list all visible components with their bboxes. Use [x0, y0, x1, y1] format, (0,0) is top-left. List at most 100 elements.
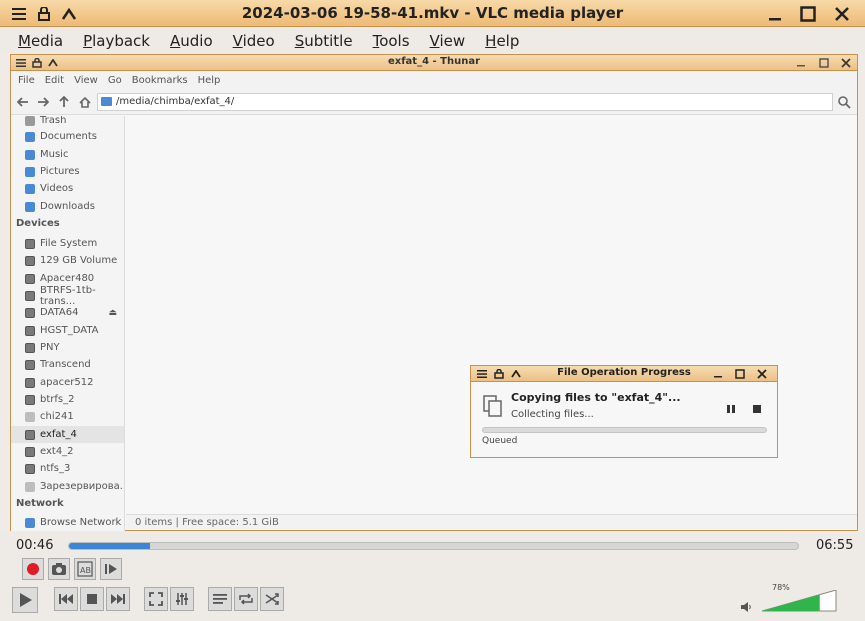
volume-slider[interactable]	[761, 589, 837, 616]
folder-icon	[25, 149, 35, 160]
snapshot-button[interactable]	[48, 558, 70, 580]
vlc-menubar: Media Playback Audio Video Subtitle Tool…	[0, 27, 865, 54]
search-icon[interactable]	[837, 94, 853, 110]
previous-icon	[59, 594, 73, 604]
loop-icon	[239, 593, 253, 605]
fileop-close-icon[interactable]	[754, 366, 770, 382]
menu-view[interactable]: View	[420, 32, 476, 50]
menu-audio[interactable]: Audio	[160, 32, 223, 50]
svg-text:AB: AB	[80, 566, 91, 575]
window-menu-icon[interactable]	[6, 0, 32, 27]
sidebar-item-device[interactable]: btrfs_2	[11, 391, 124, 408]
folder-icon	[101, 97, 112, 106]
menu-media[interactable]: Media	[8, 32, 73, 50]
next-button[interactable]	[106, 587, 130, 611]
back-arrow-icon[interactable]	[14, 94, 32, 110]
folder-icon	[25, 166, 35, 177]
sidebar-item-device[interactable]: PNY	[11, 339, 124, 356]
thunar-close-icon[interactable]	[838, 55, 854, 71]
forward-arrow-icon[interactable]	[34, 94, 52, 110]
sidebar-item-device[interactable]: File System	[11, 235, 124, 252]
thunar-toolbar: /media/chimba/exfat_4/	[11, 89, 857, 115]
thunar-menu-edit[interactable]: Edit	[40, 75, 69, 86]
fileop-status: Collecting files...	[511, 409, 594, 420]
drive-icon	[25, 394, 35, 405]
sidebar-item-device[interactable]: BTRFS-1tb-trans...	[11, 285, 124, 307]
thunar-menubar: File Edit View Go Bookmarks Help	[11, 71, 857, 89]
menu-help[interactable]: Help	[475, 32, 529, 50]
thunar-menu-help[interactable]: Help	[193, 75, 226, 86]
thunar-menu-go[interactable]: Go	[103, 75, 127, 86]
trash-icon	[25, 116, 35, 126]
playlist-button[interactable]	[208, 587, 232, 611]
play-icon	[20, 593, 32, 607]
thunar-window: exfat_4 - Thunar File Edit View Go Bookm…	[10, 54, 858, 531]
drive-icon	[25, 481, 35, 492]
sidebar-item-videos[interactable]: Videos	[11, 180, 124, 197]
stop-icon[interactable]	[752, 399, 762, 418]
sidebar-item-device-selected[interactable]: exfat_4	[11, 426, 124, 443]
sidebar-item-browse-network[interactable]: Browse Network	[11, 514, 125, 531]
sidebar-item-device[interactable]: HGST_DATA	[11, 322, 124, 339]
maximize-icon[interactable]	[795, 0, 821, 27]
extended-settings-button[interactable]	[170, 587, 194, 611]
copy-icon	[483, 395, 503, 421]
sidebar-item-device[interactable]: DATA64 ⏏	[11, 304, 124, 321]
seek-bar[interactable]	[68, 542, 799, 550]
sidebar-item-documents[interactable]: Documents	[11, 128, 124, 145]
sidebar-item-downloads[interactable]: Downloads	[11, 198, 124, 215]
vlc-controls: 00:46 06:55 AB 78%	[0, 532, 865, 621]
sticky-icon[interactable]	[31, 0, 57, 27]
fileop-minimize-icon[interactable]	[710, 366, 726, 382]
file-operation-dialog: File Operation Progress Copying files to…	[470, 365, 778, 458]
sidebar-item-device[interactable]: apacer512	[11, 374, 124, 391]
menu-video[interactable]: Video	[223, 32, 285, 50]
sidebar-item-device[interactable]: 129 GB Volume	[11, 252, 124, 269]
fileop-maximize-icon[interactable]	[732, 366, 748, 382]
record-button[interactable]	[22, 558, 44, 580]
fullscreen-button[interactable]	[144, 587, 168, 611]
places-sidebar: Trash Documents Music Pictures Videos Do…	[11, 116, 125, 514]
shuffle-button[interactable]	[260, 587, 284, 611]
previous-button[interactable]	[54, 587, 78, 611]
close-icon[interactable]	[829, 0, 855, 27]
sidebar-item-device[interactable]: Transcend	[11, 356, 124, 373]
sidebar-item-device[interactable]: ntfs_3	[11, 460, 124, 477]
menu-subtitle[interactable]: Subtitle	[285, 32, 363, 50]
network-icon	[25, 517, 35, 528]
menu-tools[interactable]: Tools	[363, 32, 420, 50]
thunar-menu-view[interactable]: View	[69, 75, 103, 86]
sidebar-item-pictures[interactable]: Pictures	[11, 163, 124, 180]
menu-playback[interactable]: Playback	[73, 32, 160, 50]
volume-percent: 78%	[772, 583, 790, 592]
fileop-titlebar: File Operation Progress	[471, 366, 777, 382]
folder-icon	[25, 201, 35, 212]
camera-icon	[52, 563, 66, 575]
loop-ab-button[interactable]: AB	[74, 558, 96, 580]
pause-icon[interactable]	[726, 399, 736, 418]
eject-icon[interactable]: ⏏	[108, 308, 117, 318]
location-bar[interactable]: /media/chimba/exfat_4/	[97, 93, 833, 111]
thunar-maximize-icon[interactable]	[816, 55, 832, 71]
frame-step-button[interactable]	[100, 558, 122, 580]
play-button[interactable]	[12, 587, 38, 613]
home-icon[interactable]	[76, 94, 94, 110]
minimize-icon[interactable]	[762, 0, 788, 27]
thunar-minimize-icon[interactable]	[793, 55, 809, 71]
total-time: 06:55	[816, 538, 854, 553]
sidebar-item-device[interactable]: ext4_2	[11, 443, 124, 460]
thunar-menu-file[interactable]: File	[13, 75, 40, 86]
fileop-progress-bar	[482, 427, 767, 433]
shade-icon[interactable]	[56, 0, 82, 27]
status-bar: 0 items | Free space: 5.1 GiB	[126, 514, 857, 530]
sidebar-item-music[interactable]: Music	[11, 146, 124, 163]
sidebar-item-device[interactable]: Зарезервирова...	[11, 478, 124, 495]
loop-button[interactable]	[234, 587, 258, 611]
up-arrow-icon[interactable]	[55, 94, 73, 110]
fileop-heading: Copying files to "exfat_4"...	[511, 391, 681, 404]
speaker-icon[interactable]	[740, 598, 752, 617]
stop-button[interactable]	[80, 587, 104, 611]
sidebar-item-device[interactable]: chi241	[11, 408, 124, 425]
elapsed-time: 00:46	[16, 538, 54, 553]
thunar-menu-bookmarks[interactable]: Bookmarks	[127, 75, 193, 86]
